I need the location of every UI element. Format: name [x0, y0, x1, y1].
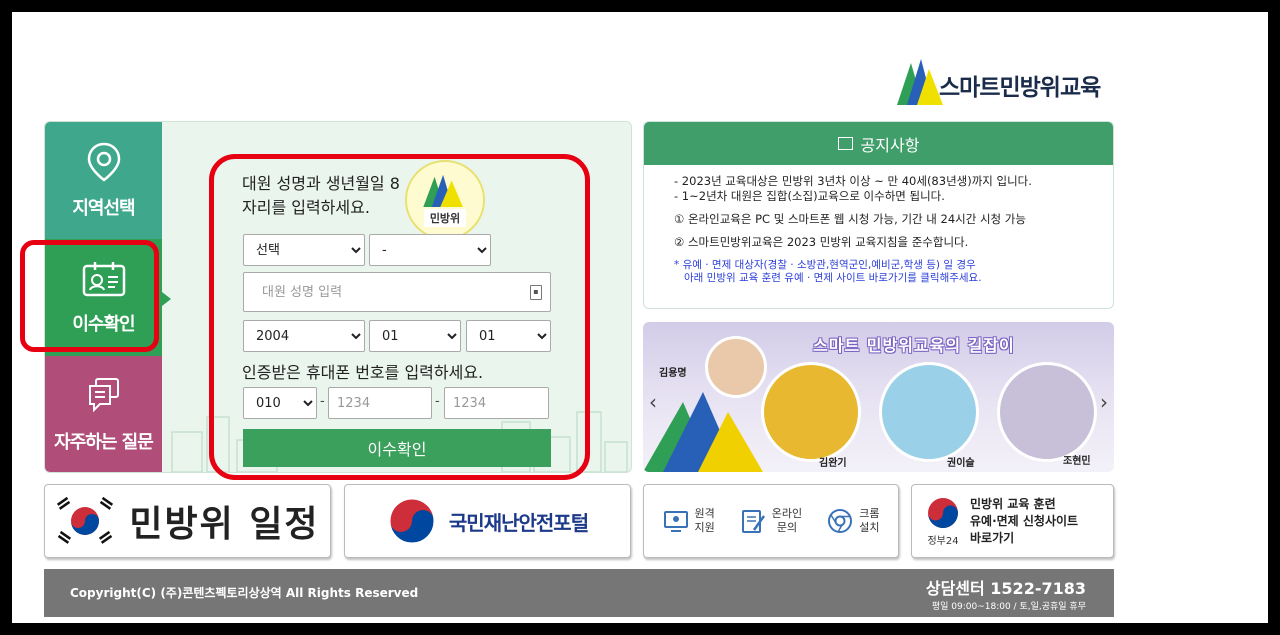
name-field[interactable]: ▪ [243, 272, 551, 312]
guide-title: 스마트 민방위교육의 길잡이 [813, 336, 1015, 355]
person-avatar [997, 362, 1097, 462]
service-label: 원격 지원 [695, 507, 715, 535]
civil-defense-badge: 민방위 [405, 160, 485, 240]
schedule-button[interactable]: 민방위 일정 [44, 484, 331, 558]
person-avatar [879, 362, 979, 462]
notice-exemption-line: 아래 민방위 교육 훈련 유예 · 면제 사이트 바로가기를 클릭해주세요. [684, 272, 982, 284]
submit-button[interactable]: 이수확인 [243, 429, 551, 467]
footer: Copyright(C) (주)콘텐츠펙토리상상역 All Rights Res… [44, 569, 1114, 617]
remote-support-button[interactable]: 원격 지원 [663, 507, 715, 535]
form-title: 대원 성명과 생년월일 8자리를 입력하세요. [242, 174, 400, 217]
copyright-text: Copyright(C) (주)콘텐츠펙토리상상역 All Rights Res… [70, 586, 419, 600]
person-avatar [705, 336, 767, 398]
government-emblem-icon [389, 498, 435, 544]
keyboard-icon[interactable]: ▪ [530, 285, 542, 300]
exemption-text: 민방위 교육 훈련 유예·면제 신청사이트 바로가기 [970, 496, 1078, 547]
service-label-line: 설치 [859, 521, 880, 534]
notice-exemption-line: * 유예 · 면제 대상자(경찰 · 소방관,현역군인,예비군,학생 등) 일 … [674, 259, 976, 271]
person-name: 김용명 [659, 368, 687, 379]
phone-dash: - [320, 394, 325, 409]
service-label-line: 문의 [776, 521, 798, 534]
notice-point: ② 스마트민방위교육은 2023 민방위 교육지침을 준수합니다. [674, 235, 969, 249]
district-select[interactable]: - [369, 234, 491, 266]
person-name: 조현민 [1063, 456, 1091, 467]
online-inquiry-button[interactable]: 온라인 문의 [740, 507, 802, 535]
tab-faq[interactable]: 자주하는 질문 [45, 356, 162, 472]
notice-header: 공지사항 [644, 122, 1113, 165]
notice-body: - 2023년 교육대상은 민방위 3년차 이상 ~ 만 40세(83년생)까지… [644, 165, 1113, 294]
business-hours: 평일 09:00~18:00 / 토,일,공휴일 휴무 [931, 602, 1086, 612]
phone-middle-input[interactable] [328, 387, 432, 419]
id-card-icon [82, 261, 125, 296]
call-center-number: 상담센터 1522-7183 [925, 579, 1086, 598]
site-logo[interactable]: 스마트민방위교육 [897, 55, 1101, 105]
portal-label: 국민재난안전포털 [448, 510, 589, 535]
name-input[interactable] [244, 273, 514, 311]
exemption-link: 바로가기 [970, 530, 1015, 545]
service-label-line: 원격 [694, 507, 715, 520]
phone-last-input[interactable] [444, 387, 549, 419]
logo-text: 스마트민방위교육 [939, 75, 1101, 101]
notice-title: 공지사항 [860, 135, 920, 155]
taegukgi-icon [57, 496, 114, 544]
logo-mark-icon [897, 59, 943, 105]
phone-dash: - [435, 394, 440, 409]
person-avatar [761, 362, 861, 462]
service-label: 온라인 문의 [772, 507, 802, 535]
prev-arrow-icon[interactable]: ‹ [649, 390, 657, 414]
phone-title: 인증받은 휴대폰 번호를 입력하세요. [242, 363, 484, 382]
person-name: 권이슬 [947, 458, 975, 469]
support-services: 원격 지원 온라인 문의 크롬 설치 [643, 484, 899, 558]
birth-year-select[interactable]: 2004 [243, 320, 365, 352]
exemption-line: 민방위 교육 훈련 [970, 496, 1056, 511]
service-label-line: 지원 [694, 521, 715, 534]
active-tab-arrow [162, 292, 171, 306]
tab-region-select[interactable]: 지역선택 [45, 122, 162, 239]
online-inquiry-icon [741, 510, 765, 533]
guide-banner[interactable]: 스마트 민방위교육의 길잡이 김용명 김완기 권이슬 조현민 ‹ › [643, 322, 1114, 472]
government-emblem-icon [928, 497, 958, 528]
badge-logo-icon [423, 174, 463, 207]
birth-month-select[interactable]: 01 [369, 320, 461, 352]
chrome-install-button[interactable]: 크롬 설치 [827, 507, 879, 535]
person-name: 김완기 [819, 458, 847, 469]
schedule-label: 민방위 일정 [129, 504, 320, 545]
notice-exemption: * 유예 · 면제 대상자(경찰 · 소방관,현역군인,예비군,학생 등) 일 … [674, 259, 1083, 285]
certificate-panel: 지역선택 이수확인 자주하는 질문 대원 성명과 생년월일 8자리를 입력하세요… [44, 121, 632, 473]
exemption-site-button[interactable]: 정부24 민방위 교육 훈련 유예·면제 신청사이트 바로가기 [911, 484, 1114, 558]
side-tabs: 지역선택 이수확인 자주하는 질문 [45, 122, 162, 472]
next-arrow-icon[interactable]: › [1100, 390, 1108, 414]
notice-line: - 2023년 교육대상은 민방위 3년차 이상 ~ 만 40세(83년생)까지… [674, 174, 1032, 188]
page-frame: 스마트민방위교육 지역선택 이수확인 자주하는 질문 대원 성명과 생년월일 8… [12, 12, 1268, 623]
tab-completion-check[interactable]: 이수확인 [45, 239, 162, 356]
gov24-label: 정부24 [927, 535, 959, 547]
gov24-logo: 정부24 [926, 496, 960, 547]
remote-support-icon [663, 511, 688, 532]
notice-icon [837, 137, 853, 150]
chrome-icon [828, 509, 853, 533]
location-pin-icon [87, 142, 120, 182]
tab-label: 이수확인 [72, 313, 135, 335]
exemption-line: 유예·면제 신청사이트 [970, 513, 1079, 528]
chat-bubble-icon [88, 378, 119, 413]
tab-label: 자주하는 질문 [54, 432, 154, 453]
birth-day-select[interactable]: 01 [466, 320, 551, 352]
disaster-portal-button[interactable]: 국민재난안전포털 [344, 484, 631, 558]
region-select[interactable]: 선택 [243, 234, 365, 266]
service-label-line: 크롬 [859, 507, 880, 520]
notice-line: - 1~2년차 대원은 집합(소집)교육으로 이수하면 됩니다. [674, 189, 945, 203]
tab-label: 지역선택 [72, 197, 135, 219]
notice-panel: 공지사항 - 2023년 교육대상은 민방위 3년차 이상 ~ 만 40세(83… [643, 121, 1114, 309]
service-label-line: 온라인 [771, 507, 803, 520]
phone-prefix-select[interactable]: 010 [243, 387, 317, 419]
notice-point: ① 온라인교육은 PC 및 스마트폰 웹 시청 가능, 기간 내 24시간 시청… [674, 212, 1026, 226]
service-label: 크롬 설치 [859, 507, 879, 535]
badge-text: 민방위 [423, 209, 467, 227]
